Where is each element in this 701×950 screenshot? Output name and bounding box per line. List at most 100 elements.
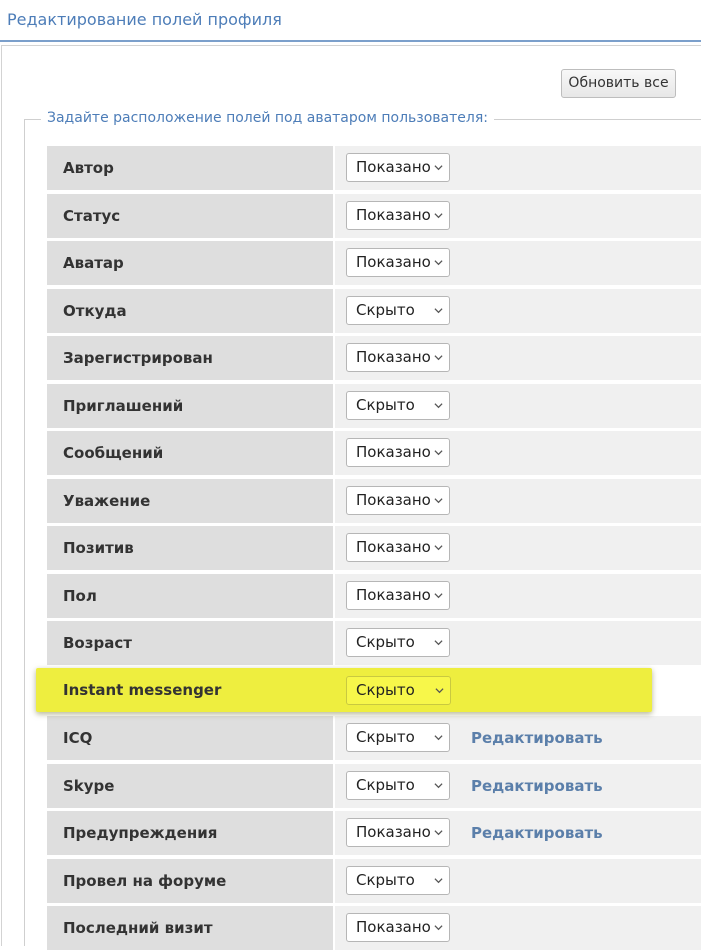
select-value: Скрыто [356, 870, 415, 889]
field-control-cell: Скрыто [335, 288, 701, 333]
table-row: Откуда Скрыто [47, 288, 701, 333]
visibility-select[interactable]: Показано [346, 485, 450, 515]
select-value: Скрыто [356, 728, 415, 746]
field-label: Статус [47, 193, 333, 238]
visibility-select[interactable]: Показано [346, 153, 450, 182]
field-control-cell: Показано [335, 526, 701, 570]
visibility-select[interactable]: Скрыто [346, 770, 450, 800]
visibility-select[interactable]: Показано [346, 818, 450, 847]
field-control-cell: Показано [335, 241, 701, 285]
select-value: Скрыто [356, 300, 415, 319]
table-row: ICQ Скрыто Редактировать [47, 716, 701, 760]
table-row: Аватар Показано [47, 241, 701, 285]
visibility-select[interactable]: Скрыто [346, 723, 450, 752]
select-value: Показано [356, 205, 431, 224]
field-control-cell: Скрыто [335, 621, 701, 665]
visibility-select[interactable]: Показано [346, 533, 450, 562]
table-row: Skype Скрыто Редактировать [47, 763, 701, 808]
chevron-down-icon [434, 830, 443, 836]
select-value: Показано [356, 443, 431, 461]
select-value: Показано [356, 823, 431, 841]
field-control-cell: Показано [335, 146, 701, 190]
select-value: Скрыто [356, 633, 415, 651]
select-value: Показано [356, 585, 431, 604]
visibility-select[interactable]: Скрыто [346, 676, 451, 705]
field-control-cell: Показано [335, 431, 701, 475]
table-row: Позитив Показано [47, 526, 701, 570]
chevron-down-icon [434, 450, 443, 456]
table-row: Предупреждения Показано Редактировать [47, 811, 701, 855]
field-label: Skype [47, 763, 333, 808]
update-all-button[interactable]: Обновить все [561, 69, 676, 98]
select-value: Показано [356, 348, 431, 366]
visibility-select[interactable]: Показано [346, 913, 450, 942]
chevron-down-icon [434, 925, 443, 931]
field-control-cell: Показано [335, 573, 701, 618]
chevron-down-icon [434, 165, 443, 171]
select-value: Показано [356, 490, 431, 509]
edit-link[interactable]: Редактировать [471, 764, 603, 808]
visibility-select[interactable]: Показано [346, 343, 450, 372]
table-row: Автор Показано [47, 146, 701, 190]
visibility-select[interactable]: Показано [346, 438, 450, 467]
field-control-cell: Показано [335, 193, 701, 238]
table-row: Последний визит Показано [47, 906, 701, 950]
field-control-cell: Показано [335, 906, 701, 950]
visibility-select[interactable]: Показано [346, 248, 450, 277]
select-value: Показано [356, 538, 431, 556]
field-control-cell: Скрыто [335, 858, 701, 903]
select-value: Показано [356, 253, 431, 271]
field-control-cell: Скрыто Редактировать [335, 763, 701, 808]
highlighted-row-instant-messenger: Instant messenger Скрыто [36, 668, 652, 712]
field-control-cell: Показано [335, 478, 701, 523]
chevron-down-icon [434, 355, 443, 361]
visibility-select[interactable]: Скрыто [346, 390, 450, 420]
field-label: Откуда [47, 288, 333, 333]
visibility-select[interactable]: Скрыто [346, 628, 450, 657]
table-row: Провел на форуме Скрыто [47, 858, 701, 903]
table-row: Приглашений Скрыто [47, 383, 701, 428]
visibility-select[interactable]: Показано [346, 580, 450, 610]
chevron-down-icon [434, 212, 443, 218]
chevron-down-icon [434, 735, 443, 741]
edit-link[interactable]: Редактировать [471, 811, 603, 855]
chevron-down-icon [434, 640, 443, 646]
select-value: Показано [356, 158, 431, 176]
page-header: Редактирование полей профиля [0, 0, 701, 42]
field-control-cell: Скрыто [335, 383, 701, 428]
field-label: Автор [47, 146, 333, 190]
field-label: Пол [47, 573, 333, 618]
field-control-cell: Показано [335, 336, 701, 380]
visibility-select[interactable]: Скрыто [346, 295, 450, 325]
table-row: Статус Показано [47, 193, 701, 238]
field-label: Возраст [47, 621, 333, 665]
select-value: Скрыто [356, 395, 415, 414]
field-label: Сообщений [47, 431, 333, 475]
select-value: Скрыто [356, 681, 415, 699]
field-label: Зарегистрирован [47, 336, 333, 380]
chevron-down-icon [434, 545, 443, 551]
visibility-select[interactable]: Показано [346, 200, 450, 230]
field-label: Приглашений [47, 383, 333, 428]
chevron-down-icon [434, 402, 443, 408]
select-value: Показано [356, 918, 431, 936]
select-value: Скрыто [356, 775, 415, 794]
visibility-select[interactable]: Скрыто [346, 865, 450, 895]
chevron-down-icon [435, 688, 444, 694]
fieldset-legend: Задайте расположение полей под аватаром … [41, 110, 494, 126]
table-row: Сообщений Показано [47, 431, 701, 475]
field-label: Последний визит [47, 906, 333, 950]
table-row: Возраст Скрыто [47, 621, 701, 665]
table-row: Зарегистрирован Показано [47, 336, 701, 380]
chevron-down-icon [434, 782, 443, 788]
chevron-down-icon [434, 592, 443, 598]
table-row: Уважение Показано [47, 478, 701, 523]
field-label: Позитив [47, 526, 333, 570]
field-control-cell: Скрыто Редактировать [335, 716, 701, 760]
chevron-down-icon [434, 307, 443, 313]
chevron-down-icon [434, 877, 443, 883]
edit-link[interactable]: Редактировать [471, 716, 603, 760]
table-row: Пол Показано [47, 573, 701, 618]
field-label: Предупреждения [47, 811, 333, 855]
field-label: ICQ [47, 716, 333, 760]
